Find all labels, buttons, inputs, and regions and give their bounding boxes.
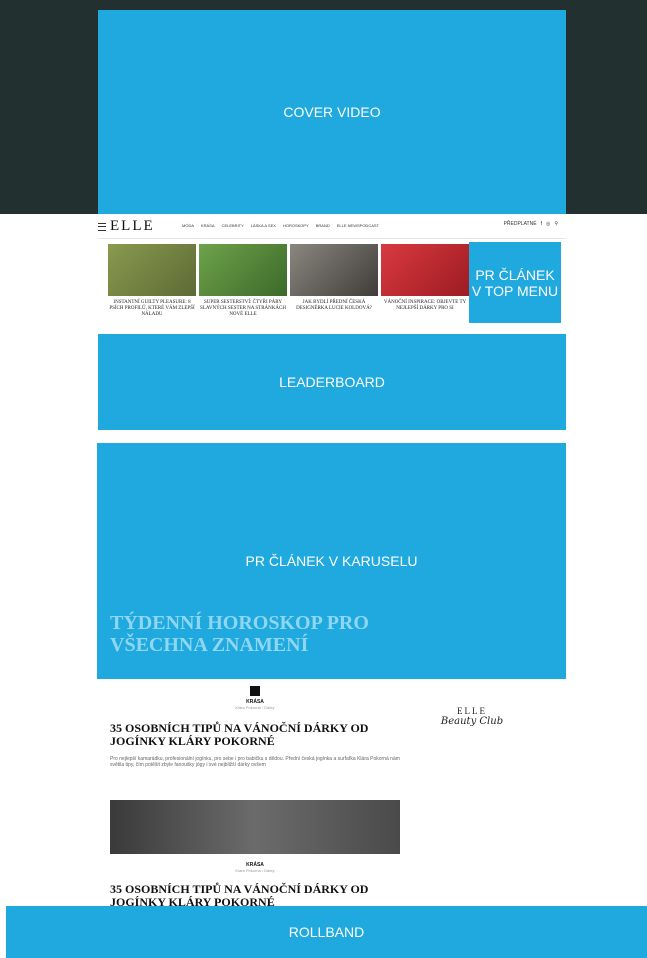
cover-video-ad[interactable]: COVER VIDEO bbox=[98, 10, 566, 214]
leaderboard-label: LEADERBOARD bbox=[279, 374, 385, 390]
rollband-label: ROLLBAND bbox=[288, 924, 365, 940]
article-block-2: KRÁSA Klára Pokorná / Dárky 35 OSOBNÍCH … bbox=[110, 862, 400, 909]
carousel-label: PR ČLÁNEK V KARUSELU bbox=[245, 553, 418, 569]
top-article-card[interactable]: SUPER SESTERSTVÍ: ČTYŘI PÁRY SLAVNÝCH SE… bbox=[199, 244, 287, 318]
article-subline: Klára Pokorná / Dárky bbox=[235, 705, 275, 710]
menu-item[interactable]: LÁSKA A SEX bbox=[251, 223, 276, 228]
header-right: PŘEDPLATNÉ f ◎ ⚲ bbox=[504, 221, 558, 227]
article-image[interactable] bbox=[110, 800, 400, 854]
facebook-icon[interactable]: f bbox=[541, 221, 542, 227]
carousel-headline[interactable]: TÝDENNÍ HOROSKOP PRO VŠECHNA ZNAMENÍ bbox=[110, 612, 410, 656]
article-title[interactable]: INSTANTNÍ GUILTY PLEASURE: 8 PSÍCH PROFI… bbox=[108, 300, 196, 318]
top-article-card[interactable]: VÁNOČNÍ INSPIRACE: OBJEVTE TY NEJLEPŠÍ D… bbox=[381, 244, 469, 318]
article-description: Pro nejlepší kamarádku, profesionální jo… bbox=[110, 756, 400, 768]
rollband-ad[interactable]: ROLLBAND bbox=[6, 906, 647, 958]
category-square-icon bbox=[250, 686, 260, 696]
site-header: ELLE MÓDA KRÁSA CELEBRITY LÁSKA A SEX HO… bbox=[98, 214, 566, 239]
beauty-club-logo[interactable]: ELLE Beauty Club bbox=[430, 706, 514, 746]
article-subline: Klára Pokorná / Dárky bbox=[235, 868, 275, 873]
menu-item[interactable]: KRÁSA bbox=[201, 223, 215, 228]
article-title[interactable]: VÁNOČNÍ INSPIRACE: OBJEVTE TY NEJLEPŠÍ D… bbox=[381, 300, 469, 312]
top-article-card[interactable]: JAK BYDLÍ PŘEDNÍ ČESKÁ DESIGNÉRKA LUCIE … bbox=[290, 244, 378, 318]
cover-video-label: COVER VIDEO bbox=[283, 104, 381, 120]
article-title[interactable]: SUPER SESTERSTVÍ: ČTYŘI PÁRY SLAVNÝCH SE… bbox=[199, 300, 287, 318]
article-thumbnail[interactable] bbox=[381, 244, 469, 296]
beauty-club-script: Beauty Club bbox=[440, 716, 504, 727]
article-title[interactable]: JAK BYDLÍ PŘEDNÍ ČESKÁ DESIGNÉRKA LUCIE … bbox=[290, 300, 378, 312]
top-articles-strip: INSTANTNÍ GUILTY PLEASURE: 8 PSÍCH PROFI… bbox=[108, 244, 470, 318]
beauty-club-brand: ELLE bbox=[457, 706, 487, 716]
article-thumbnail[interactable] bbox=[290, 244, 378, 296]
article-thumbnail[interactable] bbox=[108, 244, 196, 296]
pr-top-menu-ad[interactable]: PR ČLÁNEK V TOP MENU bbox=[469, 242, 561, 323]
pr-top-menu-label: PR ČLÁNEK V TOP MENU bbox=[471, 266, 559, 299]
top-article-card[interactable]: INSTANTNÍ GUILTY PLEASURE: 8 PSÍCH PROFI… bbox=[108, 244, 196, 318]
leaderboard-ad[interactable]: LEADERBOARD bbox=[98, 334, 566, 430]
article-headline[interactable]: 35 OSOBNÍCH TIPŮ NA VÁNOČNÍ DÁRKY OD JOG… bbox=[110, 722, 400, 748]
instagram-icon[interactable]: ◎ bbox=[546, 221, 550, 227]
menu-item[interactable]: HOROSKOPY bbox=[283, 223, 309, 228]
main-menu: MÓDA KRÁSA CELEBRITY LÁSKA A SEX HOROSKO… bbox=[182, 223, 379, 228]
menu-item[interactable]: BRAND bbox=[316, 223, 330, 228]
elle-logo[interactable]: ELLE bbox=[110, 218, 155, 235]
menu-item[interactable]: ELLE NEWSPODCAST bbox=[337, 223, 379, 228]
search-icon[interactable]: ⚲ bbox=[554, 221, 558, 227]
article-thumbnail[interactable] bbox=[199, 244, 287, 296]
subscribe-link[interactable]: PŘEDPLATNÉ bbox=[504, 221, 537, 227]
hamburger-icon[interactable] bbox=[98, 223, 106, 231]
article-block: KRÁSA Klára Pokorná / Dárky 35 OSOBNÍCH … bbox=[110, 686, 400, 768]
menu-item[interactable]: MÓDA bbox=[182, 223, 194, 228]
menu-item[interactable]: CELEBRITY bbox=[222, 223, 244, 228]
